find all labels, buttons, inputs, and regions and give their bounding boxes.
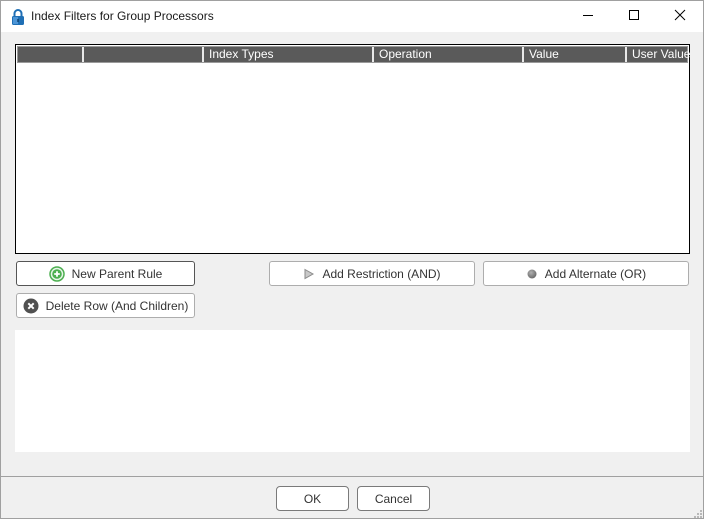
minimize-button[interactable] bbox=[565, 1, 611, 32]
maximize-icon bbox=[628, 9, 640, 24]
add-alternate-label: Add Alternate (OR) bbox=[544, 266, 647, 281]
grid-header: Index Types Operation Value User Value bbox=[17, 46, 690, 63]
lock-icon bbox=[11, 8, 25, 26]
delete-row-button[interactable]: Delete Row (And Children) bbox=[16, 293, 195, 318]
column-header-operation[interactable]: Operation bbox=[372, 47, 522, 62]
maximize-button[interactable] bbox=[611, 1, 657, 32]
footer-divider bbox=[1, 476, 703, 477]
add-alternate-button[interactable]: Add Alternate (OR) bbox=[483, 261, 689, 286]
column-header-value[interactable]: Value bbox=[522, 47, 626, 62]
new-parent-rule-button[interactable]: New Parent Rule bbox=[16, 261, 195, 286]
plus-circle-icon bbox=[48, 265, 65, 282]
delete-row-label: Delete Row (And Children) bbox=[45, 298, 189, 313]
column-header-1[interactable] bbox=[82, 47, 202, 62]
dialog-window: Index Filters for Group Processors Index… bbox=[0, 0, 704, 519]
column-header-user-value[interactable]: User Value bbox=[625, 47, 690, 62]
add-restriction-label: Add Restriction (AND) bbox=[322, 266, 441, 281]
minimize-icon bbox=[582, 9, 594, 24]
window-title: Index Filters for Group Processors bbox=[31, 9, 214, 23]
resize-grip-icon[interactable] bbox=[693, 508, 703, 518]
cancel-button[interactable]: Cancel bbox=[357, 486, 430, 511]
x-circle-icon bbox=[23, 298, 39, 314]
column-header-index-types[interactable]: Index Types bbox=[202, 47, 372, 62]
title-bar: Index Filters for Group Processors bbox=[1, 1, 703, 32]
ok-button[interactable]: OK bbox=[276, 486, 349, 511]
new-parent-rule-label: New Parent Rule bbox=[71, 266, 163, 281]
add-restriction-button[interactable]: Add Restriction (AND) bbox=[269, 261, 475, 286]
gray-dot-icon bbox=[526, 268, 538, 280]
filter-rules-grid[interactable]: Index Types Operation Value User Value bbox=[15, 44, 690, 254]
play-triangle-icon bbox=[303, 268, 315, 280]
close-button[interactable] bbox=[657, 1, 703, 32]
close-icon bbox=[674, 9, 686, 24]
detail-panel bbox=[15, 330, 690, 452]
